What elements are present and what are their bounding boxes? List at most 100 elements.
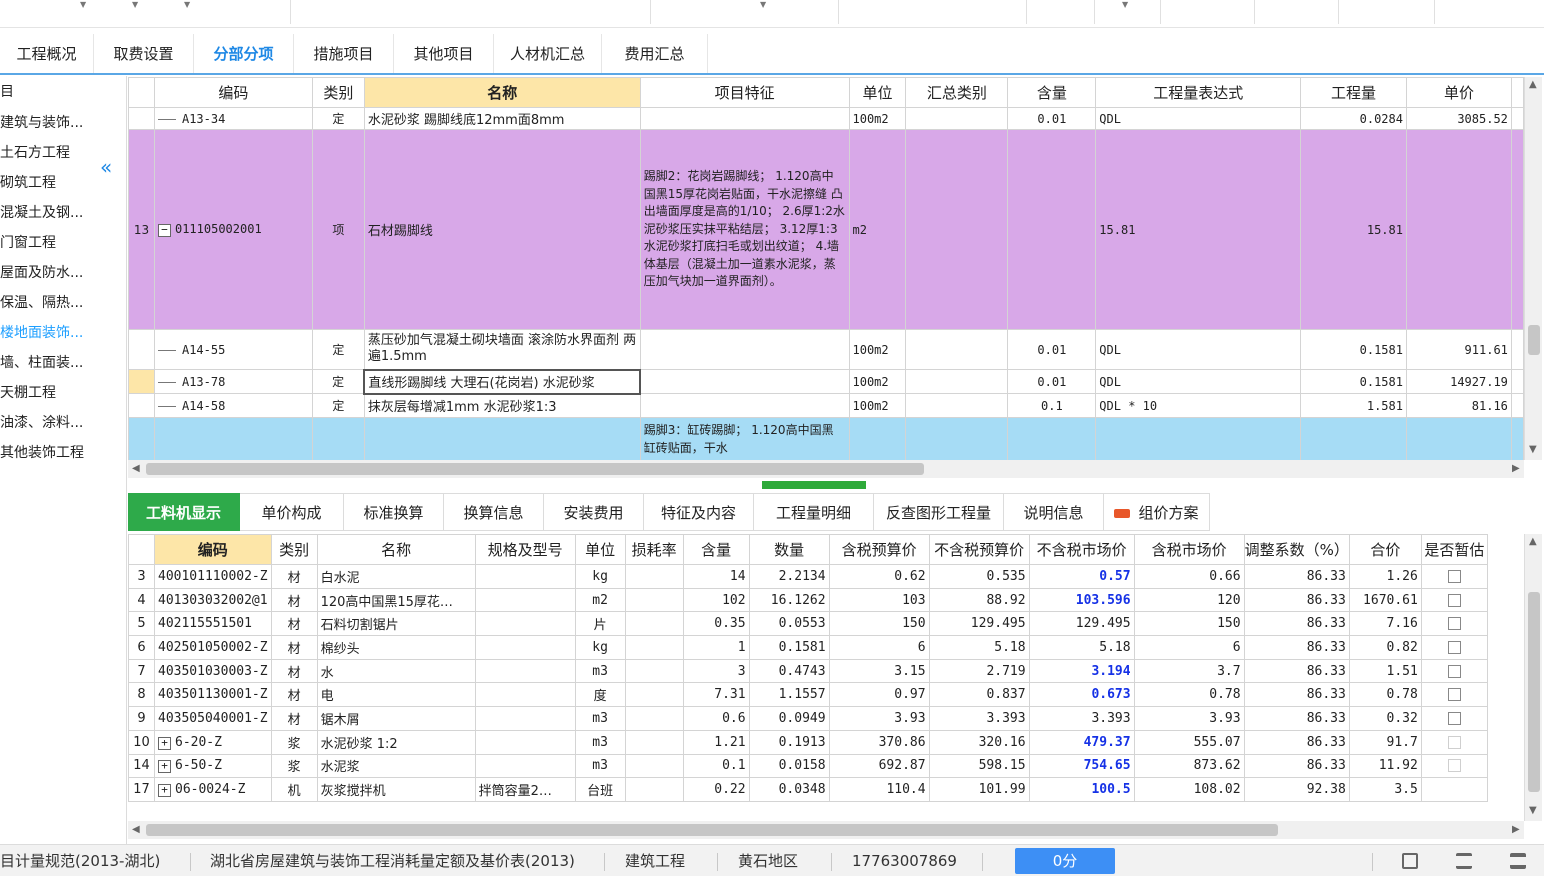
plus-box-icon[interactable]: +	[158, 736, 171, 750]
minus-box-icon[interactable]: −	[157, 224, 171, 237]
resource-loss-rate[interactable]	[624, 635, 684, 660]
item-price[interactable]: 3085.52	[1405, 107, 1512, 130]
provisional-checkbox[interactable]	[1447, 664, 1461, 678]
notax-market-price[interactable]: 5.18	[1028, 635, 1135, 660]
item-name[interactable]: 直线形踢脚线 大理石(花岗岩) 水泥砂浆	[363, 368, 642, 395]
provisional-checkbox[interactable]	[1447, 688, 1461, 702]
main-tab-4[interactable]: 其他项目	[394, 34, 494, 74]
resource-loss-rate[interactable]	[624, 777, 684, 802]
adjust-coefficient[interactable]: 86.33	[1243, 729, 1350, 755]
main-tab-1[interactable]: 取费设置	[94, 34, 194, 74]
tax-market-price[interactable]: 120	[1133, 587, 1245, 613]
item-name[interactable]	[363, 417, 641, 460]
resource-name[interactable]: 锯木屑	[316, 706, 476, 731]
main-tab-5[interactable]: 人材机汇总	[494, 34, 602, 74]
resource-name[interactable]: 水泥砂浆 1:2	[316, 729, 476, 755]
detail-tab-1[interactable]: 单价构成	[240, 493, 344, 531]
resource-content[interactable]: 0.6	[682, 706, 750, 731]
resource-unit[interactable]: m3	[574, 753, 626, 779]
resource-code[interactable]: 401303032002@1	[154, 587, 272, 613]
item-code[interactable]: A14-58	[153, 393, 313, 418]
bill-row[interactable]: 13−011105002001 项石材踢脚线 踢脚2：花岗岩踢脚线； 1.120高中…	[128, 129, 1524, 330]
resource-quantity[interactable]: 0.0158	[748, 753, 830, 779]
item-name[interactable]: 蒸压砂加气混凝土砌块墙面 滚涂防水界面剂 两遍1.5mm	[363, 329, 641, 370]
resource-content[interactable]: 1.21	[682, 729, 750, 755]
item-quantity[interactable]: 0.1581	[1300, 369, 1407, 394]
item-summary-type[interactable]	[905, 329, 1009, 370]
dropdown-caret-icon[interactable]: ▼	[760, 0, 766, 9]
resource-spec[interactable]	[474, 658, 576, 684]
lower-horizontal-scrollbar[interactable]: ◀ ▶	[128, 821, 1524, 839]
dropdown-caret-icon[interactable]: ▼	[80, 0, 86, 9]
tax-market-price[interactable]: 3.93	[1133, 706, 1245, 731]
plus-box-icon[interactable]: +	[158, 784, 171, 798]
item-feature[interactable]	[639, 329, 850, 370]
notax-market-price[interactable]: 754.65	[1028, 753, 1135, 779]
resource-type[interactable]: 材	[270, 658, 318, 684]
detail-tab-6[interactable]: 工程量明细	[754, 493, 874, 531]
bill-row[interactable]: A14-58 定抹灰层每增减1mm 水泥砂浆1:3 100m2 0.1 QDL * 10…	[128, 393, 1524, 418]
resource-name[interactable]: 石料切割锯片	[316, 611, 476, 637]
resource-content[interactable]: 0.1	[682, 753, 750, 779]
resource-row[interactable]: 4 401303032002@1 材 120高中国黑15厚花… m2 102 16.1262…	[128, 587, 1488, 613]
tax-market-price[interactable]: 150	[1133, 611, 1245, 637]
bill-row[interactable]: 踢脚3：缸砖踢脚； 1.120高中国黑缸砖贴面，干水	[128, 417, 1524, 460]
resource-content[interactable]: 1	[682, 635, 750, 660]
bill-row[interactable]: A13-78 定直线形踢脚线 大理石(花岗岩) 水泥砂浆 100m2 0.01 QDL 0…	[128, 368, 1524, 395]
resource-spec[interactable]	[474, 753, 576, 779]
plus-box-icon[interactable]: +	[158, 760, 171, 774]
resource-unit[interactable]: m3	[574, 658, 626, 684]
scroll-left-icon[interactable]: ◀	[132, 463, 140, 474]
item-expression[interactable]: QDL * 10	[1095, 393, 1302, 418]
item-code[interactable]	[153, 417, 313, 460]
resource-code[interactable]: 403501130001-Z	[154, 682, 272, 708]
resource-spec[interactable]	[474, 587, 576, 613]
resource-unit[interactable]: kg	[574, 635, 626, 660]
notax-budget-price[interactable]: 3.393	[928, 706, 1030, 731]
notax-market-price[interactable]: 3.194	[1028, 658, 1135, 684]
tax-budget-price[interactable]: 103	[828, 587, 930, 613]
window-restore-icon[interactable]	[1402, 853, 1418, 869]
resource-unit[interactable]: 片	[574, 611, 626, 637]
resource-code[interactable]: 402501050002-Z	[154, 635, 272, 660]
tax-market-price[interactable]: 6	[1133, 635, 1245, 660]
item-unit[interactable]: m2	[848, 129, 907, 330]
resource-type[interactable]: 材	[270, 706, 318, 731]
resource-spec[interactable]	[474, 564, 576, 589]
item-summary-type[interactable]	[905, 417, 1009, 460]
tree-item[interactable]: 其他装饰工程	[0, 439, 84, 467]
bill-row[interactable]: A13-34 定水泥砂浆 踢脚线底12mm面8mm 100m2 0.01 QDL 0.02…	[128, 107, 1524, 130]
double-chevron-left-icon[interactable]: «	[100, 156, 112, 178]
tax-budget-price[interactable]: 150	[828, 611, 930, 637]
bill-row[interactable]: A14-55 定蒸压砂加气混凝土砌块墙面 滚涂防水界面剂 两遍1.5mm 100m2…	[128, 329, 1524, 370]
item-code[interactable]: −011105002001	[153, 129, 313, 330]
resource-quantity[interactable]: 1.1557	[748, 682, 830, 708]
scroll-right-icon[interactable]: ▶	[1512, 463, 1520, 474]
notax-market-price[interactable]: 103.596	[1028, 587, 1135, 613]
detail-tab-2[interactable]: 标准换算	[344, 493, 444, 531]
adjust-coefficient[interactable]: 86.33	[1243, 682, 1350, 708]
tax-budget-price[interactable]: 3.15	[828, 658, 930, 684]
tax-market-price[interactable]: 108.02	[1133, 777, 1245, 802]
detail-tab-3[interactable]: 换算信息	[444, 493, 544, 531]
resource-quantity[interactable]: 0.0348	[748, 777, 830, 802]
resource-unit[interactable]: m3	[574, 729, 626, 755]
resource-code[interactable]: +06-0024-Z	[154, 777, 272, 802]
item-content[interactable]: 0.01	[1007, 329, 1097, 370]
scroll-up-icon[interactable]: ▲	[1529, 536, 1537, 547]
resource-unit[interactable]: 台班	[574, 777, 626, 802]
adjust-coefficient[interactable]: 86.33	[1243, 635, 1350, 660]
resource-name[interactable]: 灰浆搅拌机	[316, 777, 476, 802]
resource-quantity[interactable]: 0.0949	[748, 706, 830, 731]
resource-row[interactable]: 8 403501130001-Z 材电 度 7.31 1.1557 0.97 0.837 0.6…	[128, 682, 1488, 708]
tree-item[interactable]: 墙、柱面装...	[0, 349, 83, 377]
main-tab-3[interactable]: 措施项目	[294, 34, 394, 74]
adjust-coefficient[interactable]: 86.33	[1243, 706, 1350, 731]
scroll-down-icon[interactable]: ▼	[1529, 805, 1537, 816]
item-type[interactable]	[311, 417, 365, 460]
resource-loss-rate[interactable]	[624, 753, 684, 779]
item-feature[interactable]	[639, 107, 850, 130]
item-content[interactable]	[1007, 417, 1097, 460]
resource-code[interactable]: 403505040001-Z	[154, 706, 272, 731]
item-expression[interactable]: QDL	[1095, 107, 1302, 130]
